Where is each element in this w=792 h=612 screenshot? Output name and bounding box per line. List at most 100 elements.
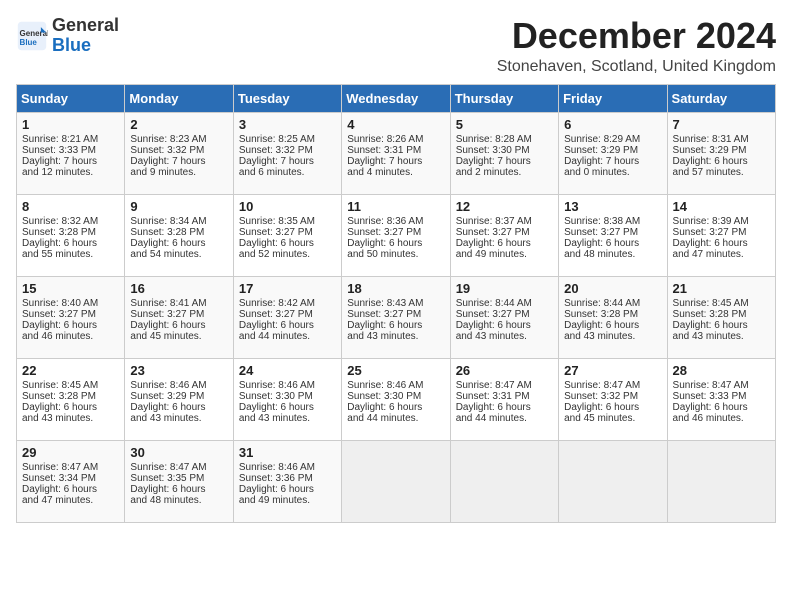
cell-line: Sunrise: 8:46 AM [239,462,336,473]
logo-general-text: General [52,15,119,35]
calendar-cell: 3Sunrise: 8:25 AMSunset: 3:32 PMDaylight… [233,112,341,194]
svg-text:Blue: Blue [20,38,38,47]
cell-line: Daylight: 6 hours [347,320,444,331]
cell-line: Sunrise: 8:46 AM [239,380,336,391]
cell-line: and 49 minutes. [239,495,336,506]
calendar-cell [450,440,558,522]
cell-line: Daylight: 6 hours [673,320,770,331]
cell-line: and 43 minutes. [456,331,553,342]
cell-line: Sunrise: 8:29 AM [564,134,661,145]
cell-line: and 54 minutes. [130,249,227,260]
cell-line: Daylight: 6 hours [22,484,119,495]
logo-icon: General Blue [16,20,48,52]
cell-line: Sunset: 3:30 PM [347,391,444,402]
cell-line: Daylight: 6 hours [673,238,770,249]
cell-line: Daylight: 6 hours [130,238,227,249]
cell-line: and 43 minutes. [347,331,444,342]
calendar-cell: 2Sunrise: 8:23 AMSunset: 3:32 PMDaylight… [125,112,233,194]
col-header-sunday: Sunday [17,84,125,112]
header-row: SundayMondayTuesdayWednesdayThursdayFrid… [17,84,776,112]
cell-line: Sunrise: 8:28 AM [456,134,553,145]
calendar-cell: 19Sunrise: 8:44 AMSunset: 3:27 PMDayligh… [450,276,558,358]
calendar-cell: 12 Sunrise: 8:37 AMSunset: 3:27 PMDayligh… [450,194,558,276]
day-number: 21 [673,281,770,296]
day-number: 16 [130,281,227,296]
cell-line: Sunset: 3:27 PM [130,309,227,320]
title-block: December 2024 Stonehaven, Scotland, Unit… [497,16,776,76]
cell-line: Sunset: 3:28 PM [564,309,661,320]
calendar-cell: 10Sunrise: 8:35 AMSunset: 3:27 PMDayligh… [233,194,341,276]
cell-line: Daylight: 6 hours [673,156,770,167]
col-header-wednesday: Wednesday [342,84,450,112]
cell-line: Sunrise: 8:25 AM [239,134,336,145]
calendar-cell: 26Sunrise: 8:47 AMSunset: 3:31 PMDayligh… [450,358,558,440]
day-number: 1 [22,117,119,132]
calendar-cell: 7Sunrise: 8:31 AMSunset: 3:29 PMDaylight… [667,112,775,194]
cell-line: Daylight: 6 hours [456,238,553,249]
cell-line: and 2 minutes. [456,167,553,178]
cell-line: and 43 minutes. [239,413,336,424]
cell-line: and 0 minutes. [564,167,661,178]
cell-line: Daylight: 6 hours [456,402,553,413]
cell-line: Sunset: 3:30 PM [456,145,553,156]
cell-line: Sunrise: 8:36 AM [347,216,444,227]
day-number: 3 [239,117,336,132]
calendar-cell: 24Sunrise: 8:46 AMSunset: 3:30 PMDayligh… [233,358,341,440]
cell-line: and 45 minutes. [130,331,227,342]
cell-line: and 48 minutes. [130,495,227,506]
cell-line: Sunrise: 8:38 AM [564,216,661,227]
day-number: 14 [673,199,770,214]
cell-line: and 44 minutes. [239,331,336,342]
cell-line: Sunset: 3:31 PM [456,391,553,402]
cell-line: Sunset: 3:31 PM [347,145,444,156]
calendar-cell: 15Sunrise: 8:40 AMSunset: 3:27 PMDayligh… [17,276,125,358]
cell-line: and 47 minutes. [22,495,119,506]
cell-line: Sunset: 3:27 PM [239,227,336,238]
cell-line: Daylight: 6 hours [22,402,119,413]
cell-line: Daylight: 6 hours [239,484,336,495]
cell-line: Sunset: 3:27 PM [239,309,336,320]
cell-line: Sunrise: 8:43 AM [347,298,444,309]
day-number: 24 [239,363,336,378]
day-number: 6 [564,117,661,132]
calendar-cell: 4Sunrise: 8:26 AMSunset: 3:31 PMDaylight… [342,112,450,194]
col-header-tuesday: Tuesday [233,84,341,112]
day-number: 19 [456,281,553,296]
cell-line: and 4 minutes. [347,167,444,178]
cell-line: Daylight: 6 hours [239,238,336,249]
location-subtitle: Stonehaven, Scotland, United Kingdom [497,58,776,76]
calendar-cell: 31Sunrise: 8:46 AMSunset: 3:36 PMDayligh… [233,440,341,522]
cell-line: Daylight: 6 hours [564,402,661,413]
cell-line: Daylight: 6 hours [22,320,119,331]
cell-line: Daylight: 7 hours [564,156,661,167]
cell-line: Sunset: 3:34 PM [22,473,119,484]
calendar-cell: 9Sunrise: 8:34 AMSunset: 3:28 PMDaylight… [125,194,233,276]
day-number: 20 [564,281,661,296]
cell-line: Sunrise: 8:34 AM [130,216,227,227]
cell-line: Sunrise: 8:41 AM [130,298,227,309]
day-number: 23 [130,363,227,378]
calendar-cell: 22Sunrise: 8:45 AMSunset: 3:28 PMDayligh… [17,358,125,440]
cell-line: Daylight: 6 hours [22,238,119,249]
cell-line: and 6 minutes. [239,167,336,178]
cell-line: Sunset: 3:32 PM [239,145,336,156]
calendar-cell: 27Sunrise: 8:47 AMSunset: 3:32 PMDayligh… [559,358,667,440]
calendar-cell: 18Sunrise: 8:43 AMSunset: 3:27 PMDayligh… [342,276,450,358]
day-number: 12 [456,199,553,214]
day-number: 4 [347,117,444,132]
day-number: 13 [564,199,661,214]
day-number: 15 [22,281,119,296]
cell-line: Sunrise: 8:37 AM [456,216,553,227]
cell-line: Sunrise: 8:39 AM [673,216,770,227]
week-row-5: 29Sunrise: 8:47 AMSunset: 3:34 PMDayligh… [17,440,776,522]
cell-line: Sunset: 3:27 PM [456,227,553,238]
cell-line: Daylight: 6 hours [564,320,661,331]
cell-line: and 43 minutes. [673,331,770,342]
day-number: 9 [130,199,227,214]
cell-line: and 43 minutes. [130,413,227,424]
cell-line: Sunset: 3:30 PM [239,391,336,402]
cell-line: Daylight: 6 hours [347,402,444,413]
day-number: 30 [130,445,227,460]
cell-line: Sunrise: 8:35 AM [239,216,336,227]
cell-line: Sunset: 3:29 PM [130,391,227,402]
